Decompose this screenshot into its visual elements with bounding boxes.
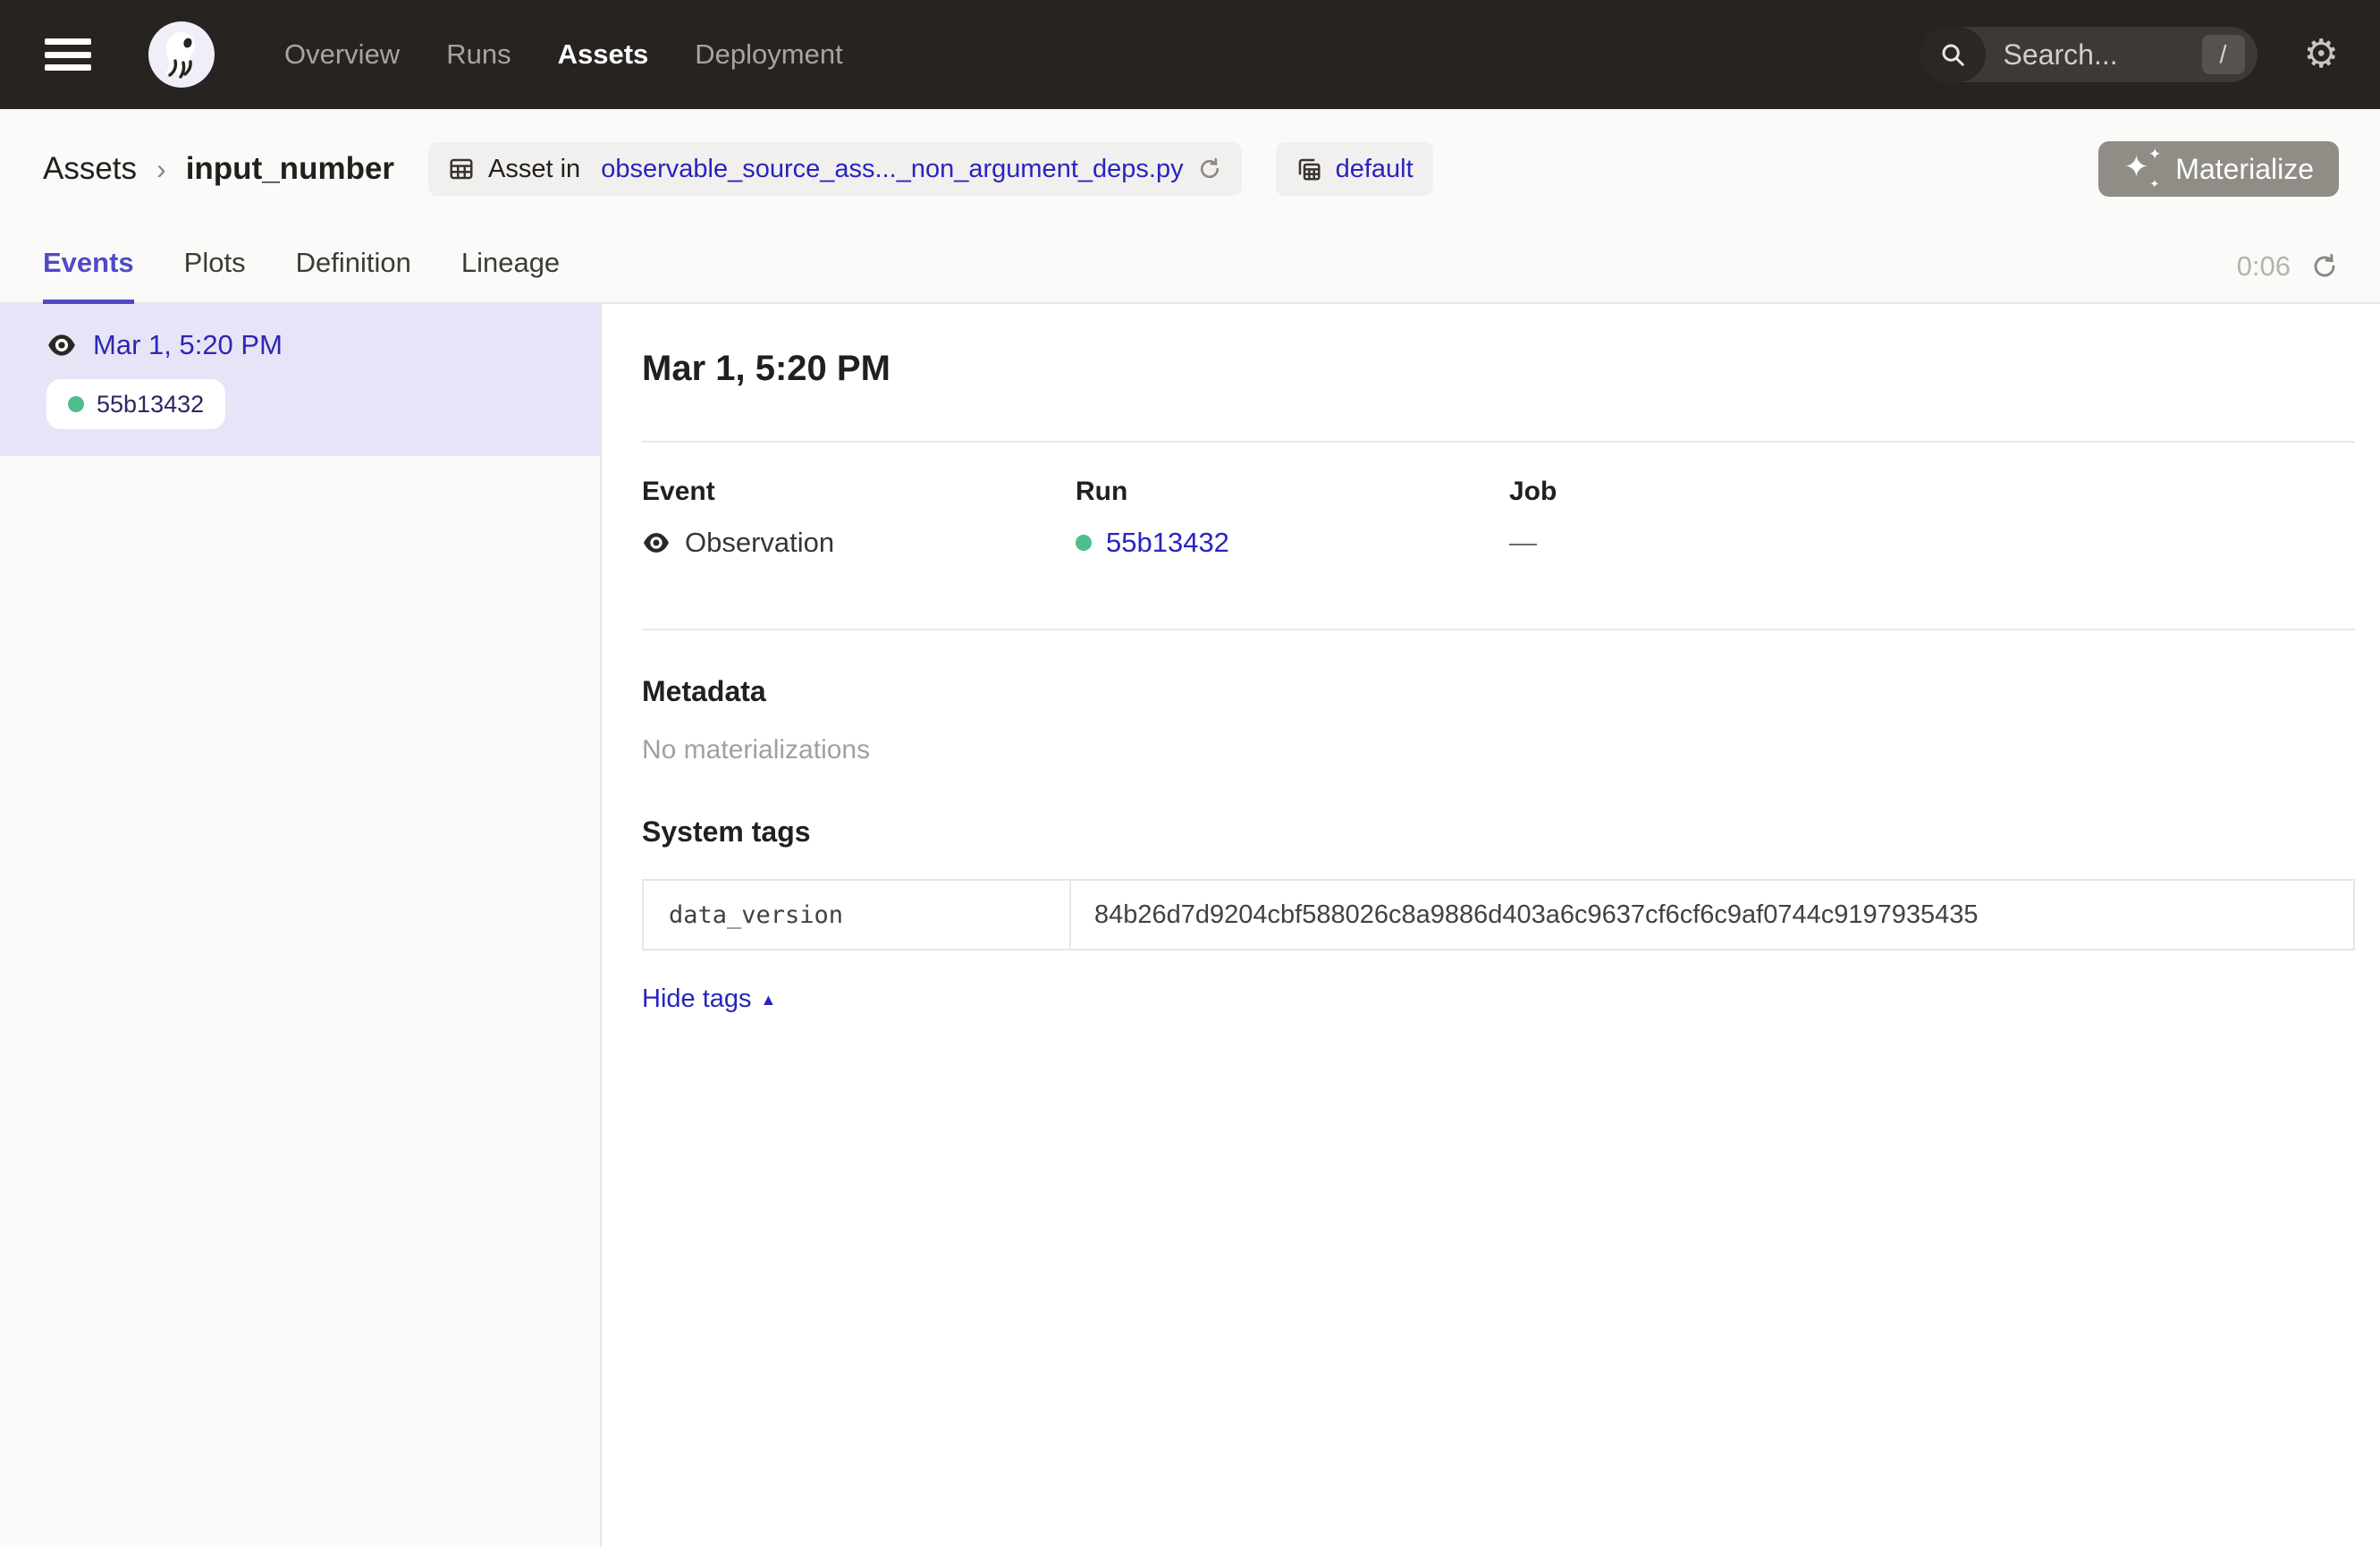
- event-detail-panel: Mar 1, 5:20 PM Event Observation: [602, 304, 2380, 1547]
- page-title: input_number: [186, 151, 394, 187]
- asset-source-file-link[interactable]: observable_source_ass..._non_argument_de…: [601, 155, 1183, 184]
- repository-default-link[interactable]: default: [1336, 155, 1414, 184]
- table-icon: [448, 156, 475, 182]
- tag-value-cell: 84b26d7d9204cbf588026c8a9886d403a6c9637c…: [1070, 880, 2354, 950]
- tab-lineage[interactable]: Lineage: [461, 247, 560, 302]
- divider: [642, 441, 2355, 443]
- tag-key-cell: data_version: [643, 880, 1070, 950]
- hide-tags-label: Hide tags: [642, 984, 752, 1014]
- system-tags-heading: System tags: [642, 815, 2355, 849]
- page-header: Assets › input_number Asset in observabl…: [0, 109, 2380, 304]
- breadcrumb: Assets › input_number Asset in observabl…: [0, 109, 2380, 220]
- nav-item-overview[interactable]: Overview: [284, 38, 400, 71]
- materialize-label: Materialize: [2175, 153, 2314, 186]
- caret-up-icon: ▲: [761, 992, 777, 1008]
- asset-in-label: Asset in: [488, 155, 587, 184]
- observation-eye-icon: [642, 528, 671, 557]
- sparkle-icon: ✦ ✦ ✦: [2123, 150, 2161, 188]
- tab-definition[interactable]: Definition: [296, 247, 411, 302]
- search-icon: [1920, 27, 1986, 82]
- event-detail-title: Mar 1, 5:20 PM: [642, 349, 2355, 389]
- global-search[interactable]: /: [1920, 27, 2258, 82]
- reload-definition-icon[interactable]: [1197, 156, 1222, 182]
- run-status-dot: [1076, 535, 1092, 551]
- nav-item-assets[interactable]: Assets: [558, 38, 649, 71]
- search-shortcut-badge: /: [2202, 35, 2245, 74]
- event-type-value: Observation: [685, 527, 834, 559]
- job-column-header: Job: [1509, 477, 2355, 507]
- event-timestamp: Mar 1, 5:20 PM: [93, 329, 283, 361]
- breadcrumb-separator: ›: [156, 153, 166, 186]
- table-row: data_version 84b26d7d9204cbf588026c8a988…: [643, 880, 2354, 950]
- materialize-button[interactable]: ✦ ✦ ✦ Materialize: [2098, 141, 2339, 197]
- divider: [642, 629, 2355, 630]
- run-id-link[interactable]: 55b13432: [1106, 527, 1229, 559]
- primary-nav: Overview Runs Assets Deployment: [284, 38, 843, 71]
- hide-tags-button[interactable]: Hide tags ▲: [642, 984, 776, 1014]
- repository-icon: [1295, 156, 1322, 182]
- settings-button[interactable]: ⚙: [2304, 35, 2339, 74]
- dagster-logo[interactable]: [148, 21, 215, 88]
- breadcrumb-assets-link[interactable]: Assets: [43, 151, 137, 187]
- events-sidebar: Mar 1, 5:20 PM 55b13432: [0, 304, 602, 1547]
- run-id-badge[interactable]: 55b13432: [46, 379, 225, 429]
- hamburger-menu-icon[interactable]: [45, 37, 91, 72]
- tab-bar: Events Plots Definition Lineage 0:06: [0, 220, 2380, 304]
- gear-icon: ⚙: [2304, 35, 2339, 74]
- refresh-countdown: 0:06: [2237, 250, 2291, 283]
- job-empty-value: —: [1509, 527, 1537, 559]
- event-list-item-selected[interactable]: Mar 1, 5:20 PM 55b13432: [0, 304, 600, 456]
- observation-eye-icon: [46, 330, 77, 360]
- metadata-empty-text: No materializations: [642, 735, 2355, 765]
- repository-pill: default: [1276, 142, 1433, 196]
- refresh-icon[interactable]: [2310, 252, 2339, 281]
- system-tags-table: data_version 84b26d7d9204cbf588026c8a988…: [642, 879, 2355, 950]
- tab-plots[interactable]: Plots: [184, 247, 246, 302]
- run-column-header: Run: [1076, 477, 1509, 507]
- run-status-dot: [68, 396, 84, 412]
- tab-events[interactable]: Events: [43, 247, 134, 302]
- nav-item-deployment[interactable]: Deployment: [695, 38, 842, 71]
- event-summary-columns: Event Observation Run 55b13: [642, 477, 2355, 559]
- search-input[interactable]: [1986, 38, 2202, 72]
- top-nav: Overview Runs Assets Deployment / ⚙: [0, 0, 2380, 109]
- event-column-header: Event: [642, 477, 1076, 507]
- nav-item-runs[interactable]: Runs: [446, 38, 511, 71]
- metadata-heading: Metadata: [642, 675, 2355, 708]
- asset-definition-pill: Asset in observable_source_ass..._non_ar…: [428, 142, 1242, 196]
- run-id-badge-label: 55b13432: [97, 391, 204, 418]
